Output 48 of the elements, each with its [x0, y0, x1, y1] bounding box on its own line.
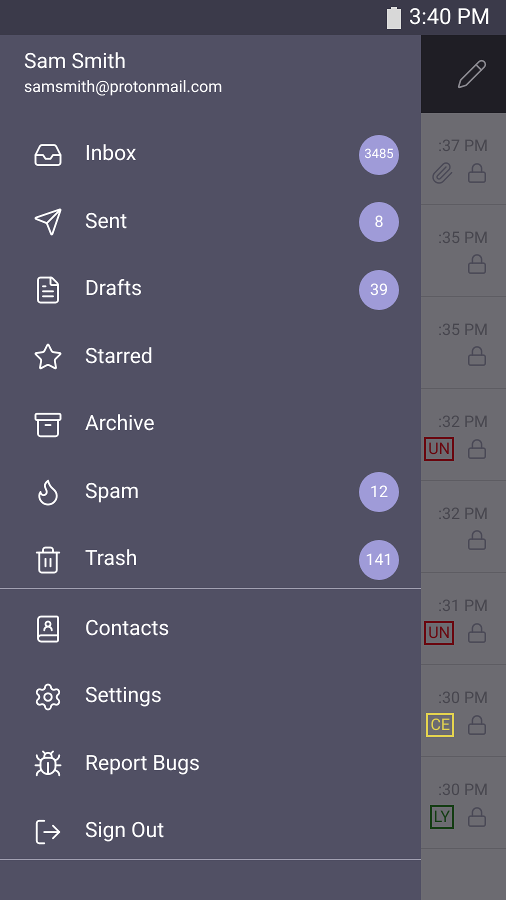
menu-label: Contacts [85, 616, 170, 642]
star-icon [33, 342, 63, 372]
menu-label: Spam [85, 478, 140, 506]
menu-label: Starred [85, 344, 154, 370]
menu-item[interactable]: Settings [0, 663, 421, 730]
menu-item[interactable]: Starred [0, 324, 421, 391]
menu-item[interactable]: Archive [0, 391, 421, 458]
label-tag: CE [426, 713, 454, 737]
lock-icon [466, 162, 488, 184]
menu-item[interactable]: Trash 141 [0, 526, 421, 594]
paper-plane-icon [33, 207, 63, 238]
battery-icon [387, 6, 402, 28]
lock-icon [466, 253, 488, 275]
label-tag: LY [430, 805, 454, 829]
lock-icon [466, 438, 488, 460]
account-name: Sam Smith [24, 49, 127, 75]
count-badge: 12 [359, 472, 399, 512]
label-tag: UN [424, 621, 454, 645]
menu-label: Inbox [85, 141, 138, 168]
count-badge: 141 [359, 540, 399, 580]
lock-icon [466, 622, 488, 644]
menu-item[interactable]: Spam 12 [0, 458, 421, 526]
menu-item[interactable]: Drafts 39 [0, 256, 421, 324]
menu-item[interactable]: Sign Out [0, 798, 421, 866]
settings-icon [33, 682, 63, 712]
menu-label: Report Bugs [85, 750, 201, 778]
menu-label: Archive [85, 411, 156, 438]
lock-icon [466, 806, 488, 828]
compose-icon[interactable] [456, 58, 488, 90]
menu-label: Sent [85, 208, 128, 236]
menu-item[interactable]: Report Bugs [0, 730, 421, 798]
lock-icon [466, 345, 488, 367]
lock-icon [466, 714, 488, 736]
menu-item[interactable]: Contacts [0, 596, 421, 663]
menu-item[interactable]: Inbox 3485 [0, 121, 421, 188]
menu-item[interactable]: Sent 8 [0, 188, 421, 256]
menu-label: Sign Out [85, 818, 166, 845]
lock-icon [466, 529, 488, 551]
count-badge: 8 [359, 202, 399, 242]
count-badge: 39 [359, 270, 399, 310]
count-badge: 3485 [359, 134, 399, 175]
menu-label: Trash [85, 546, 138, 573]
trash-icon [33, 544, 63, 575]
status-time: 3:40 PM [409, 4, 490, 32]
label-tag: UN [424, 437, 454, 461]
menu-label: Settings [85, 683, 163, 710]
menu-label: Drafts [85, 276, 143, 303]
account-email: samsmith@protonmail.com [24, 76, 224, 98]
